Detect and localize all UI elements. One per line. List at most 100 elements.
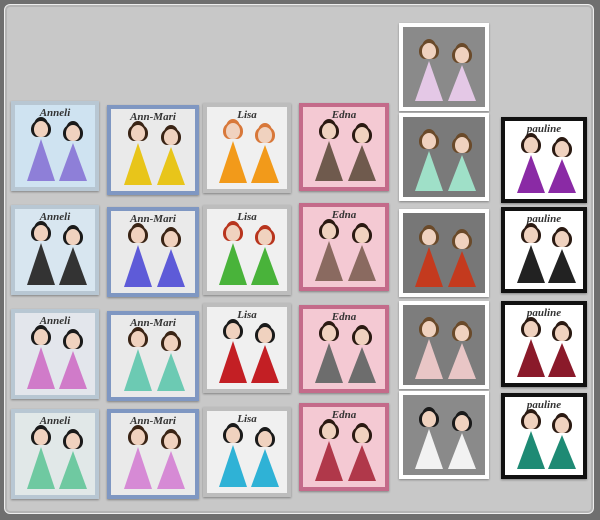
outfit-thumbnail-pauline-4[interactable]: pauline <box>501 393 587 479</box>
model-dress <box>517 431 545 469</box>
outfit-thumbnail-ann-mari-3[interactable]: Ann-Mari <box>107 311 199 401</box>
model-figure <box>219 323 247 383</box>
texture-grid-panel: Anneli Anneli Anneli Anneli Ann-Mari Ann-Mari… <box>4 4 594 514</box>
model-head <box>164 335 178 351</box>
model-figure <box>415 229 443 287</box>
outfit-thumbnail-frida-1[interactable] <box>399 23 489 111</box>
outfit-thumbnail-lisa-3[interactable]: Lisa <box>203 303 291 393</box>
model-figure <box>448 415 476 469</box>
outfit-thumbnail-ann-mari-2[interactable]: Ann-Mari <box>107 207 199 297</box>
model-dress <box>124 447 152 489</box>
outfit-thumbnail-anneli-4[interactable]: Anneli <box>11 409 99 499</box>
model-head <box>164 231 178 247</box>
model-dress <box>548 435 576 469</box>
model-head <box>422 43 436 59</box>
outfit-title: Lisa <box>237 413 257 425</box>
outfit-thumbnail-edna-2[interactable]: Edna <box>299 203 389 291</box>
outfit-thumbnail-anneli-2[interactable]: Anneli <box>11 205 99 295</box>
model-figure <box>157 231 185 287</box>
outfit-thumbnail-lisa-4[interactable]: Lisa <box>203 407 291 497</box>
model-figure <box>548 325 576 377</box>
model-dress <box>315 343 343 383</box>
model-head <box>164 129 178 145</box>
outfit-title: Edna <box>331 109 357 121</box>
model-head <box>355 329 369 345</box>
model-figure <box>27 429 55 489</box>
model-dress <box>219 141 247 183</box>
model-figure <box>517 321 545 377</box>
outfit-title: Edna <box>331 409 357 421</box>
outfit-thumbnail-edna-4[interactable]: Edna <box>299 403 389 491</box>
model-figure <box>124 331 152 391</box>
outfit-thumbnail-ann-mari-4[interactable]: Ann-Mari <box>107 409 199 499</box>
model-dress <box>219 341 247 383</box>
outfit-title: Lisa <box>237 211 257 223</box>
model-figure <box>27 225 55 285</box>
model-head <box>524 321 538 337</box>
model-dress <box>157 353 185 391</box>
model-dress <box>251 449 279 487</box>
model-head <box>226 225 240 241</box>
model-head <box>226 427 240 443</box>
outfit-thumbnail-pauline-3[interactable]: pauline <box>501 301 587 387</box>
model-head <box>555 325 569 341</box>
model-head <box>258 127 272 143</box>
model-dress <box>448 251 476 287</box>
outfit-thumbnail-lisa-1[interactable]: Lisa <box>203 103 291 193</box>
outfit-thumbnail-edna-3[interactable]: Edna <box>299 305 389 393</box>
model-figure <box>415 411 443 469</box>
model-dress <box>157 451 185 489</box>
model-dress <box>548 343 576 377</box>
model-dress <box>348 145 376 181</box>
outfit-thumbnail-frida-2[interactable] <box>399 113 489 201</box>
model-figure <box>415 43 443 101</box>
model-head <box>66 333 80 349</box>
model-dress <box>315 141 343 181</box>
outfit-thumbnail-anneli-1[interactable]: Anneli <box>11 101 99 191</box>
model-dress <box>348 347 376 383</box>
model-figure <box>124 227 152 287</box>
model-dress <box>27 447 55 489</box>
model-head <box>258 229 272 245</box>
model-figure <box>517 137 545 193</box>
outfit-title: pauline <box>526 123 562 135</box>
model-dress <box>315 441 343 481</box>
outfit-thumbnail-frida-3[interactable] <box>399 209 489 297</box>
model-head <box>66 229 80 245</box>
model-head <box>524 137 538 153</box>
model-figure <box>448 47 476 101</box>
model-figure <box>124 125 152 185</box>
outfit-thumbnail-pauline-1[interactable]: pauline <box>501 117 587 203</box>
model-dress <box>448 65 476 101</box>
model-figure <box>219 225 247 285</box>
model-head <box>258 327 272 343</box>
model-figure <box>517 227 545 283</box>
model-head <box>322 325 336 341</box>
model-dress <box>415 339 443 379</box>
outfit-thumbnail-frida-4[interactable] <box>399 301 489 389</box>
outfit-title: Ann-Mari <box>130 317 176 329</box>
model-dress <box>59 351 87 389</box>
outfit-thumbnail-lisa-2[interactable]: Lisa <box>203 205 291 295</box>
outfit-thumbnail-ann-mari-1[interactable]: Ann-Mari <box>107 105 199 195</box>
model-dress <box>415 247 443 287</box>
model-head <box>422 133 436 149</box>
outfit-title: pauline <box>526 213 562 225</box>
model-figure <box>348 127 376 181</box>
outfit-thumbnail-frida-5[interactable] <box>399 391 489 479</box>
outfit-title: Ann-Mari <box>130 415 176 427</box>
model-head <box>34 225 48 241</box>
model-dress <box>315 241 343 281</box>
model-dress <box>27 139 55 181</box>
model-figure <box>517 413 545 469</box>
model-head <box>455 47 469 63</box>
outfit-thumbnail-pauline-2[interactable]: pauline <box>501 207 587 293</box>
outfit-thumbnail-edna-1[interactable]: Edna <box>299 103 389 191</box>
outfit-thumbnail-anneli-3[interactable]: Anneli <box>11 309 99 399</box>
model-dress <box>348 245 376 281</box>
model-dress <box>448 433 476 469</box>
model-head <box>455 415 469 431</box>
model-dress <box>251 345 279 383</box>
outfit-title: Anneli <box>39 211 71 223</box>
outfit-title: pauline <box>526 307 562 319</box>
